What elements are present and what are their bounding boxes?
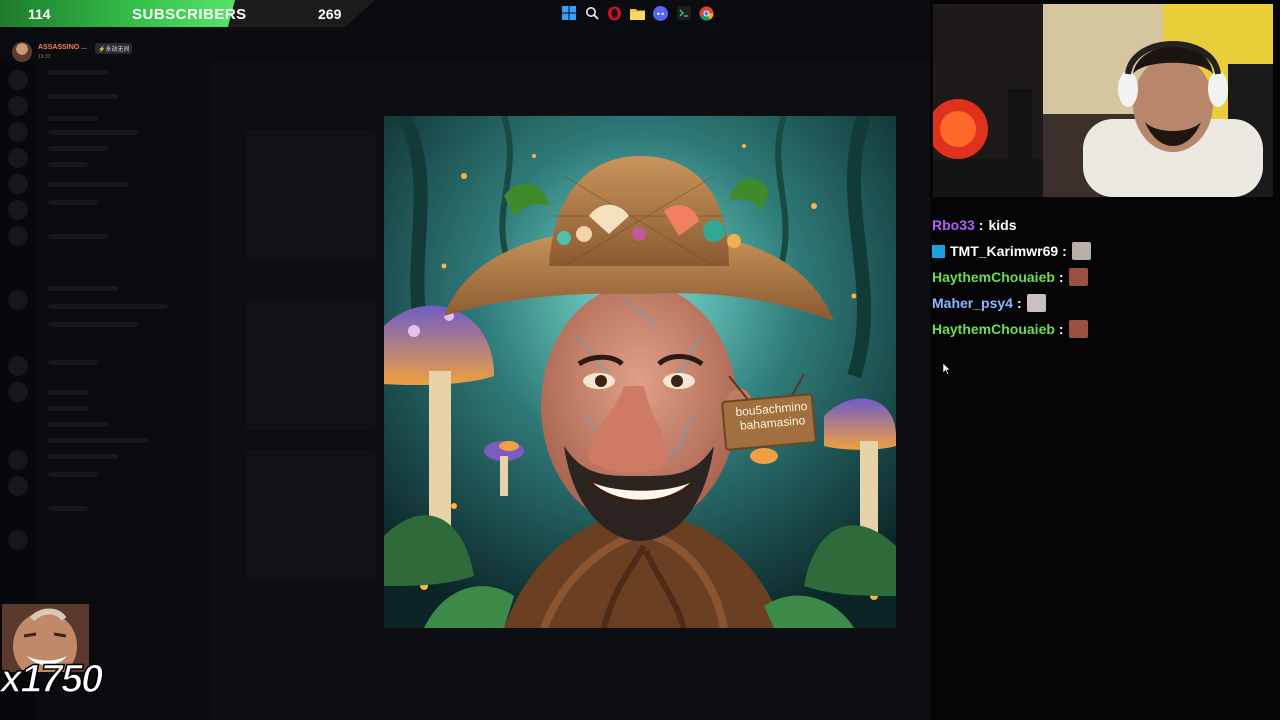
chat-separator: : xyxy=(978,217,984,233)
avatar[interactable] xyxy=(12,42,32,62)
server-icon[interactable] xyxy=(8,290,28,310)
file-explorer-icon[interactable] xyxy=(629,5,646,22)
channel-item[interactable] xyxy=(48,438,148,443)
mouse-cursor-icon xyxy=(942,362,951,380)
chat-message: HaythemChouaieb : xyxy=(932,264,1272,290)
search-icon[interactable] xyxy=(583,5,600,22)
channel-item[interactable] xyxy=(48,286,118,291)
cat-emote-icon xyxy=(1071,242,1091,260)
channel-item[interactable] xyxy=(48,70,108,75)
server-icon[interactable] xyxy=(8,476,28,496)
server-icon[interactable] xyxy=(8,382,28,402)
subscriber-label: SUBSCRIBERS xyxy=(132,6,247,23)
chat-username[interactable]: Maher_psy4 xyxy=(932,295,1013,311)
channel-item[interactable] xyxy=(48,322,138,327)
chat-separator: : xyxy=(1016,295,1022,311)
opera-icon[interactable] xyxy=(606,5,623,22)
user-tag-badge: ⚡永劫无间 xyxy=(95,43,133,54)
chat-separator: : xyxy=(1058,269,1064,285)
channel-item[interactable] xyxy=(48,116,98,121)
chat-username[interactable]: HaythemChouaieb xyxy=(932,321,1055,337)
channel-item[interactable] xyxy=(48,182,128,187)
chat-message: Maher_psy4 : xyxy=(932,290,1272,316)
channel-item[interactable] xyxy=(48,506,88,511)
server-icon[interactable] xyxy=(8,122,28,142)
prime-badge-icon xyxy=(932,244,945,258)
chat-message: TMT_Karimwr69 : xyxy=(932,238,1272,264)
server-icon[interactable] xyxy=(8,70,28,90)
server-icon[interactable] xyxy=(8,450,28,470)
webcam-feed xyxy=(933,4,1273,197)
message-timestamp: 19:33 xyxy=(38,54,51,60)
subscriber-current-count: 114 xyxy=(28,6,51,22)
server-icon[interactable] xyxy=(8,530,28,550)
server-icon[interactable] xyxy=(8,356,28,376)
discord-message-header: ASSASSINO ... ⚡永劫无间 19:33 xyxy=(10,42,210,62)
server-icon[interactable] xyxy=(8,200,28,220)
username[interactable]: ASSASSINO ... xyxy=(38,44,87,51)
attachment-thumbnail[interactable] xyxy=(246,450,376,580)
subscriber-goal-bar: 114 SUBSCRIBERS 269 xyxy=(0,0,375,27)
subscriber-goal-count: 269 xyxy=(318,6,342,22)
channel-item[interactable] xyxy=(48,130,138,135)
windows-start-icon[interactable] xyxy=(560,5,577,22)
reaction-counter: x1750 xyxy=(0,656,104,702)
server-icon[interactable] xyxy=(8,148,28,168)
channel-item[interactable] xyxy=(48,304,168,309)
face-emote-icon xyxy=(1068,268,1088,286)
channel-item[interactable] xyxy=(48,360,98,365)
chat-username[interactable]: TMT_Karimwr69 xyxy=(950,243,1058,259)
chrome-icon[interactable] xyxy=(698,5,715,22)
chat-message: Rbo33 : kids xyxy=(932,212,1272,238)
channel-item[interactable] xyxy=(48,472,98,477)
server-icon[interactable] xyxy=(8,174,28,194)
channel-item[interactable] xyxy=(48,390,88,395)
chat-username[interactable]: Rbo33 xyxy=(932,217,975,233)
face-emote-icon xyxy=(1068,320,1088,338)
cat-emote-icon xyxy=(1026,294,1046,312)
channel-item[interactable] xyxy=(48,234,108,239)
attachment-thumbnail[interactable] xyxy=(246,300,376,430)
channel-item[interactable] xyxy=(48,422,108,427)
channel-item[interactable] xyxy=(48,406,88,411)
channel-item[interactable] xyxy=(48,162,88,167)
channel-item[interactable] xyxy=(48,200,98,205)
discord-icon[interactable] xyxy=(652,5,669,22)
channel-item[interactable] xyxy=(48,454,118,459)
terminal-icon[interactable] xyxy=(675,5,692,22)
attachment-thumbnail[interactable] xyxy=(246,130,376,260)
chat-separator: : xyxy=(1058,321,1064,337)
channel-item[interactable] xyxy=(48,94,118,99)
chat-message: HaythemChouaieb : xyxy=(932,316,1272,342)
chat-username[interactable]: HaythemChouaieb xyxy=(932,269,1055,285)
chat-separator: : xyxy=(1062,243,1067,259)
server-icon[interactable] xyxy=(8,226,28,246)
generated-image[interactable]: bou5achmino bahamasino xyxy=(384,116,896,628)
server-icon[interactable] xyxy=(8,96,28,116)
stream-chat: Rbo33 : kids TMT_Karimwr69 : HaythemChou… xyxy=(932,212,1272,342)
taskbar xyxy=(560,0,730,26)
channel-item[interactable] xyxy=(48,146,108,151)
chat-text: kids xyxy=(988,217,1017,233)
